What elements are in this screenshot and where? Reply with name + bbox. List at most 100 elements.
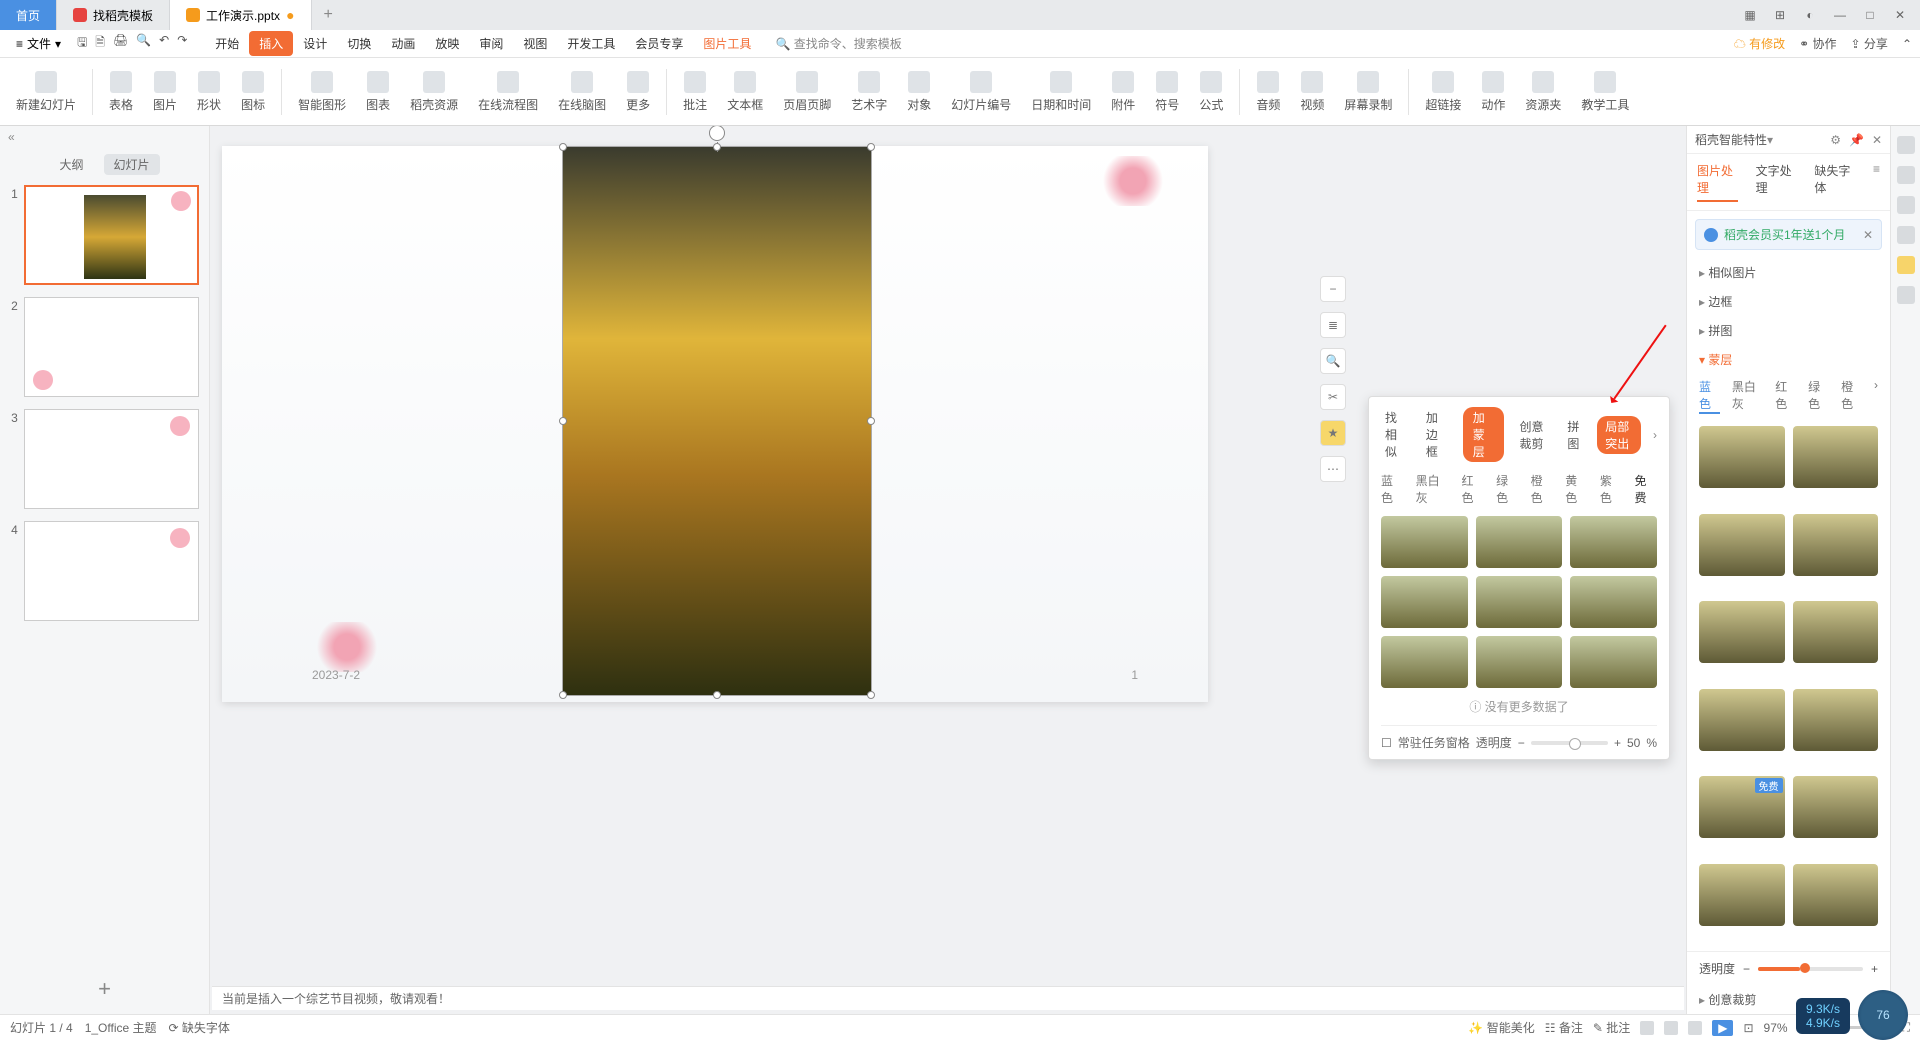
unsaved-indicator[interactable]: ☁ 有修改 [1734, 35, 1785, 52]
rb-video[interactable]: 视频 [1292, 67, 1332, 117]
opacity-plus[interactable]: + [1614, 736, 1621, 750]
r-opacity-minus[interactable]: − [1743, 962, 1750, 976]
ctab-yellow[interactable]: 黄色 [1565, 472, 1588, 506]
rb-screenrec[interactable]: 屏幕录制 [1336, 67, 1400, 117]
rctab-next[interactable]: › [1874, 378, 1878, 414]
handle-tl[interactable] [559, 143, 567, 151]
ptab-next[interactable]: › [1653, 428, 1657, 442]
collapse-thumbs-button[interactable]: « [0, 126, 209, 148]
rb-docer[interactable]: 稻壳资源 [402, 67, 466, 117]
rb-teach[interactable]: 教学工具 [1573, 67, 1637, 117]
rpanel-pin-icon[interactable]: 📌 [1849, 133, 1864, 147]
acc-similar[interactable]: 相似图片 [1687, 258, 1890, 287]
rb-chart[interactable]: 图表 [358, 67, 398, 117]
saveas-icon[interactable]: 🗎 [95, 33, 105, 54]
slide-thumb-1[interactable]: 1 [4, 185, 199, 285]
rgrid-cell[interactable]: 免费 [1699, 776, 1785, 838]
handle-bl[interactable] [559, 691, 567, 699]
rtab-image[interactable]: 图片处理 [1697, 162, 1738, 202]
play-button[interactable]: ▶ [1712, 1020, 1733, 1036]
view-reading-icon[interactable] [1688, 1021, 1702, 1035]
rtab-text[interactable]: 文字处理 [1756, 162, 1797, 202]
preview-icon[interactable]: 🔍 [136, 33, 151, 54]
rgrid-cell[interactable] [1793, 514, 1879, 576]
rb-link[interactable]: 超链接 [1417, 67, 1469, 117]
rpanel-settings-icon[interactable]: ⚙ [1830, 133, 1841, 147]
rb-action[interactable]: 动作 [1473, 67, 1513, 117]
vrail-6[interactable] [1897, 286, 1915, 304]
ribtab-design[interactable]: 设计 [293, 31, 337, 56]
new-tab-button[interactable]: + [312, 6, 345, 24]
mask-cell[interactable] [1570, 636, 1657, 688]
mask-cell[interactable] [1476, 516, 1563, 568]
ribtab-slideshow[interactable]: 放映 [425, 31, 469, 56]
r-opacity-plus[interactable]: + [1871, 962, 1878, 976]
slide-editor[interactable]: 2023-7-2 1 [222, 146, 1208, 702]
rb-slidenum[interactable]: 幻灯片编号 [943, 67, 1019, 117]
view-sorter-icon[interactable] [1664, 1021, 1678, 1035]
ptab-crop[interactable]: 创意裁剪 [1516, 416, 1552, 454]
ribtab-animation[interactable]: 动画 [381, 31, 425, 56]
ptab-highlight[interactable]: 局部突出 [1597, 416, 1641, 454]
rgrid-cell[interactable] [1699, 514, 1785, 576]
rctab-blue[interactable]: 蓝色 [1699, 378, 1720, 414]
rb-comment[interactable]: 批注 [675, 67, 715, 117]
handle-mr[interactable] [867, 417, 875, 425]
minimize-button[interactable]: — [1830, 8, 1850, 22]
missing-fonts[interactable]: ⟳ 缺失字体 [169, 1019, 230, 1036]
r-opacity-slider[interactable] [1758, 967, 1863, 971]
rb-mindmap[interactable]: 在线脑图 [550, 67, 614, 117]
file-menu[interactable]: ≡ 文件 ▾ [8, 35, 69, 52]
rgrid-cell[interactable] [1793, 689, 1879, 751]
ctab-blue[interactable]: 蓝色 [1381, 472, 1404, 506]
share-button[interactable]: ⇪ 分享 [1851, 35, 1888, 52]
ctab-bw[interactable]: 黑白灰 [1416, 472, 1450, 506]
tab-document[interactable]: 工作演示.pptx● [170, 0, 312, 30]
notes-button[interactable]: ☷ 备注 [1545, 1019, 1583, 1036]
tab-home[interactable]: 首页 [0, 0, 57, 30]
handle-bc[interactable] [713, 691, 721, 699]
rgrid-cell[interactable] [1793, 426, 1879, 488]
search-command[interactable]: 🔍 查找命令、搜索模板 [775, 35, 901, 52]
ribtab-view[interactable]: 视图 [513, 31, 557, 56]
add-slide-button[interactable]: + [0, 964, 209, 1014]
acc-mask[interactable]: 蒙层 [1687, 345, 1890, 374]
slides-tab[interactable]: 幻灯片 [104, 154, 160, 175]
rb-headerfooter[interactable]: 页眉页脚 [775, 67, 839, 117]
smart-button[interactable]: ★ [1320, 420, 1346, 446]
rb-smartart[interactable]: 智能图形 [290, 67, 354, 117]
rtab-fonts[interactable]: 缺失字体 [1814, 162, 1855, 202]
ctab-purple[interactable]: 紫色 [1600, 472, 1623, 506]
zoom-button[interactable]: 🔍 [1320, 348, 1346, 374]
pin-checkbox[interactable]: ☐ [1381, 736, 1392, 750]
undo-button[interactable]: ↶ [159, 33, 169, 54]
selected-image[interactable] [562, 146, 872, 696]
canvas-area[interactable]: 2023-7-2 1 − ≣ 🔍 ✂ ★ ⋯ 找相似 加边框 加蒙层 创意裁剪 … [210, 126, 1686, 1014]
vrail-1[interactable] [1897, 136, 1915, 154]
ribtab-member[interactable]: 会员专享 [625, 31, 693, 56]
rotate-handle[interactable] [709, 126, 725, 141]
slide-thumb-2[interactable]: 2 [4, 297, 199, 397]
rctab-bw[interactable]: 黑白灰 [1732, 378, 1763, 414]
rb-symbol[interactable]: 符号 [1147, 67, 1187, 117]
rgrid-cell[interactable] [1793, 776, 1879, 838]
acc-collage[interactable]: 拼图 [1687, 316, 1890, 345]
rb-picture[interactable]: 图片 [145, 67, 185, 117]
apps-icon[interactable]: ⊞ [1770, 8, 1790, 22]
redo-button[interactable]: ↷ [177, 33, 187, 54]
view-normal-icon[interactable] [1640, 1021, 1654, 1035]
rb-table[interactable]: 表格 [101, 67, 141, 117]
rtab-menu-icon[interactable]: ≡ [1873, 162, 1880, 202]
layers-button[interactable]: ≣ [1320, 312, 1346, 338]
vrail-4[interactable] [1897, 226, 1915, 244]
mask-cell[interactable] [1476, 576, 1563, 628]
ribtab-insert[interactable]: 插入 [249, 31, 293, 56]
ctab-red[interactable]: 红色 [1461, 472, 1484, 506]
rgrid-cell[interactable] [1793, 601, 1879, 663]
rb-wordart[interactable]: 艺术字 [843, 67, 895, 117]
mask-cell[interactable] [1381, 516, 1468, 568]
ribtab-review[interactable]: 审阅 [469, 31, 513, 56]
rb-textbox[interactable]: 文本框 [719, 67, 771, 117]
mask-cell[interactable] [1570, 576, 1657, 628]
print-icon[interactable]: 🖨 [113, 33, 128, 54]
